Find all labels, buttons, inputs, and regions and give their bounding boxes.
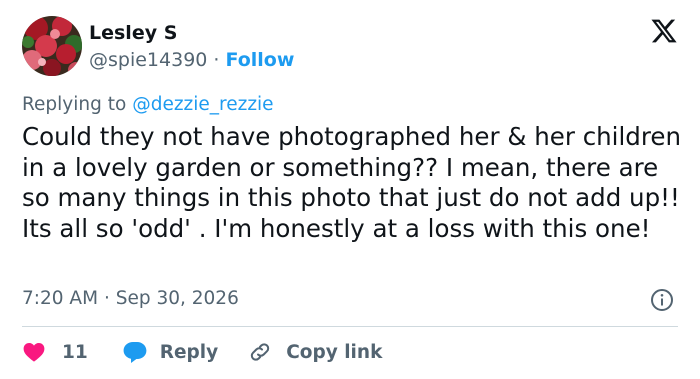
- like-button[interactable]: 11: [22, 340, 88, 364]
- follow-button[interactable]: Follow: [226, 49, 295, 71]
- x-logo-icon[interactable]: [650, 17, 678, 45]
- replying-prefix: Replying to: [22, 94, 127, 115]
- tweet-date: Sep 30, 2026: [115, 288, 239, 309]
- action-bar: 11 Reply Copy link: [22, 337, 382, 367]
- copy-link-button[interactable]: Copy link: [248, 340, 382, 364]
- meta-separator-dot: ·: [103, 288, 110, 309]
- tweet-text: Could they not have photographed her & h…: [22, 122, 681, 243]
- tweet-timestamp[interactable]: 7:20 AM · Sep 30, 2026: [22, 286, 239, 312]
- author-handle[interactable]: @spie14390: [89, 49, 207, 71]
- link-icon: [251, 343, 270, 361]
- replying-to: Replying to @dezzie_rezzie: [22, 92, 274, 118]
- reply-button[interactable]: Reply: [122, 340, 218, 364]
- info-icon[interactable]: [650, 288, 674, 312]
- replying-to-link[interactable]: @dezzie_rezzie: [132, 94, 273, 115]
- tweet-time: 7:20 AM: [22, 288, 99, 309]
- avatar-image: [22, 16, 82, 76]
- author-handle-row: @spie14390 · Follow: [89, 47, 294, 73]
- heart-icon: [23, 343, 45, 362]
- author-name[interactable]: Lesley S: [89, 20, 177, 46]
- divider: [22, 326, 678, 327]
- reply-label: Reply: [159, 341, 219, 363]
- copy-link-label: Copy link: [286, 341, 383, 363]
- separator-dot: ·: [213, 49, 220, 71]
- like-count: 11: [62, 341, 88, 363]
- speech-bubble-icon: [123, 342, 147, 363]
- avatar[interactable]: [22, 16, 82, 76]
